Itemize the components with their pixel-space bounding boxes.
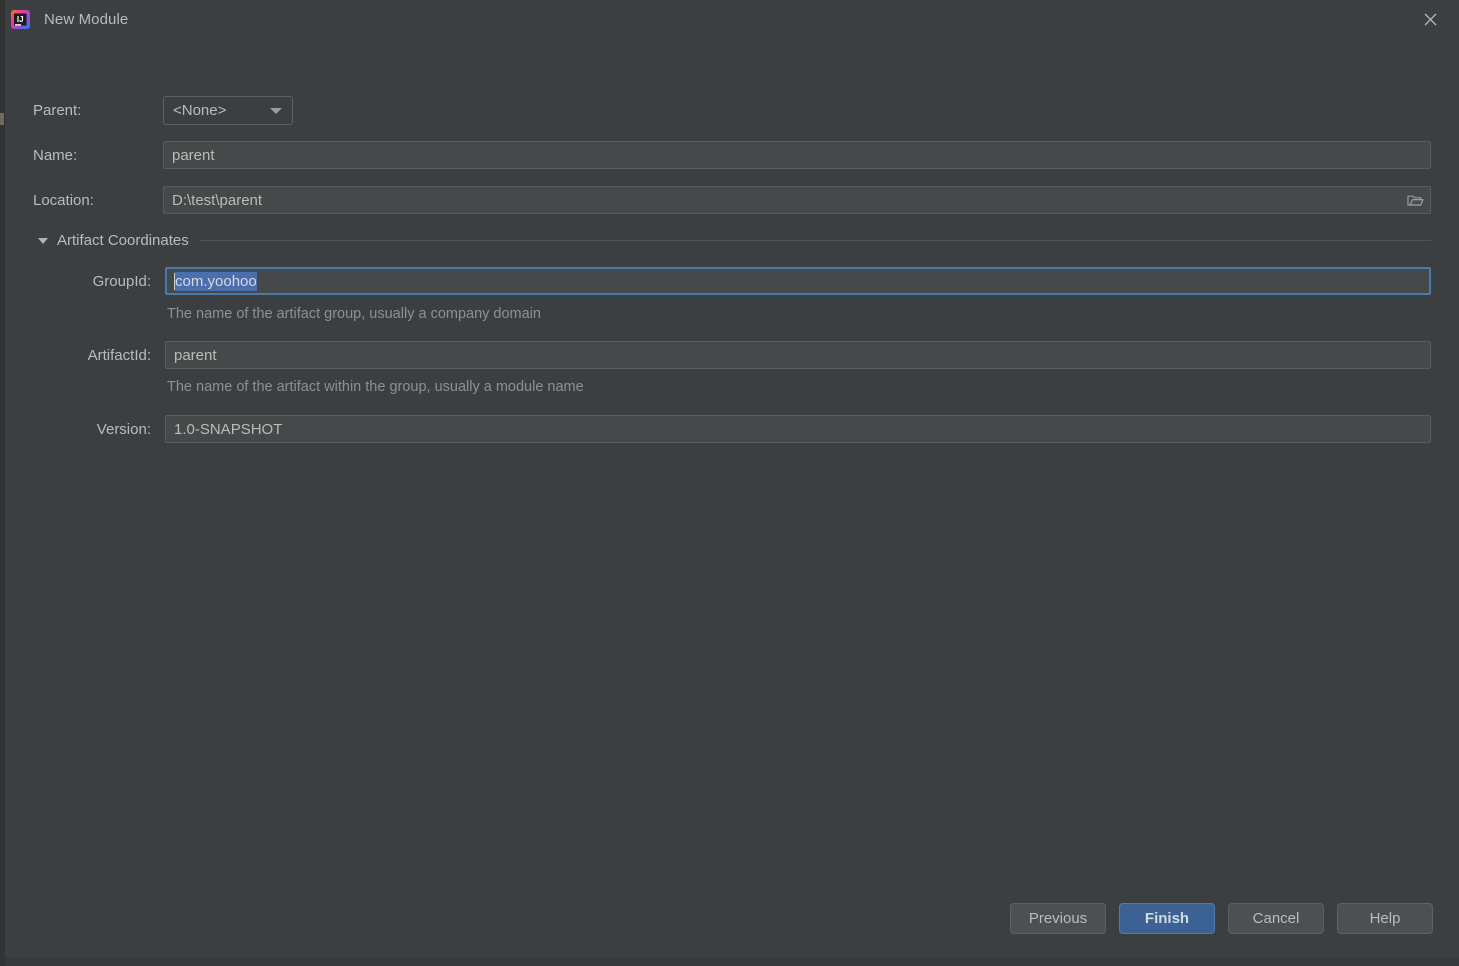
location-input[interactable]: D:\test\parent — [163, 186, 1431, 214]
help-button[interactable]: Help — [1337, 903, 1433, 934]
version-input[interactable]: 1.0-SNAPSHOT — [165, 415, 1431, 443]
dialog-title: New Module — [44, 10, 129, 28]
name-row: Name: parent — [33, 141, 1431, 169]
dialog-button-bar: Previous Finish Cancel Help — [1010, 903, 1433, 934]
parent-dropdown[interactable]: <None> — [163, 96, 293, 125]
artifactid-row: ArtifactId: parent — [33, 341, 1431, 369]
name-input[interactable]: parent — [163, 141, 1431, 169]
close-icon[interactable] — [1415, 5, 1445, 33]
artifact-coordinates-label: Artifact Coordinates — [57, 232, 189, 249]
groupid-input[interactable]: com.yoohoo — [165, 267, 1431, 295]
artifactid-label: ArtifactId: — [87, 346, 151, 364]
finish-button[interactable]: Finish — [1119, 903, 1215, 934]
name-input-value: parent — [172, 146, 215, 164]
previous-button[interactable]: Previous — [1010, 903, 1106, 934]
section-separator — [198, 240, 1431, 241]
cancel-button[interactable]: Cancel — [1228, 903, 1324, 934]
parent-dropdown-value: <None> — [173, 102, 227, 119]
groupid-hint: The name of the artifact group, usually … — [167, 306, 541, 322]
version-label: Version: — [96, 420, 151, 438]
location-row: Location: D:\test\parent — [33, 186, 1431, 214]
dialog-titlebar: IJ New Module — [5, 0, 1459, 38]
chevron-down-icon — [270, 107, 282, 114]
background-window-accent — [0, 113, 4, 125]
artifactid-input[interactable]: parent — [165, 341, 1431, 369]
new-module-dialog: IJ New Module Parent: <None> Name: paren… — [5, 0, 1459, 958]
svg-text:IJ: IJ — [17, 15, 24, 24]
parent-label: Parent: — [33, 102, 82, 119]
artifact-coordinates-section-header[interactable]: Artifact Coordinates — [38, 232, 1431, 249]
artifactid-hint: The name of the artifact within the grou… — [167, 379, 584, 395]
intellij-idea-logo-icon: IJ — [10, 9, 31, 30]
version-input-value: 1.0-SNAPSHOT — [174, 420, 283, 438]
version-row: Version: 1.0-SNAPSHOT — [33, 415, 1431, 443]
name-label: Name: — [33, 146, 78, 164]
groupid-row: GroupId: com.yoohoo — [33, 267, 1431, 295]
background-window-bottom — [0, 958, 1459, 966]
parent-row: Parent: <None> — [33, 96, 293, 125]
location-label: Location: — [33, 191, 94, 209]
artifactid-input-value: parent — [174, 346, 217, 364]
triangle-down-icon — [38, 237, 48, 244]
folder-icon[interactable] — [1406, 191, 1424, 209]
groupid-input-value: com.yoohoo — [175, 271, 257, 291]
groupid-label: GroupId: — [92, 272, 151, 290]
location-input-value: D:\test\parent — [172, 191, 263, 209]
